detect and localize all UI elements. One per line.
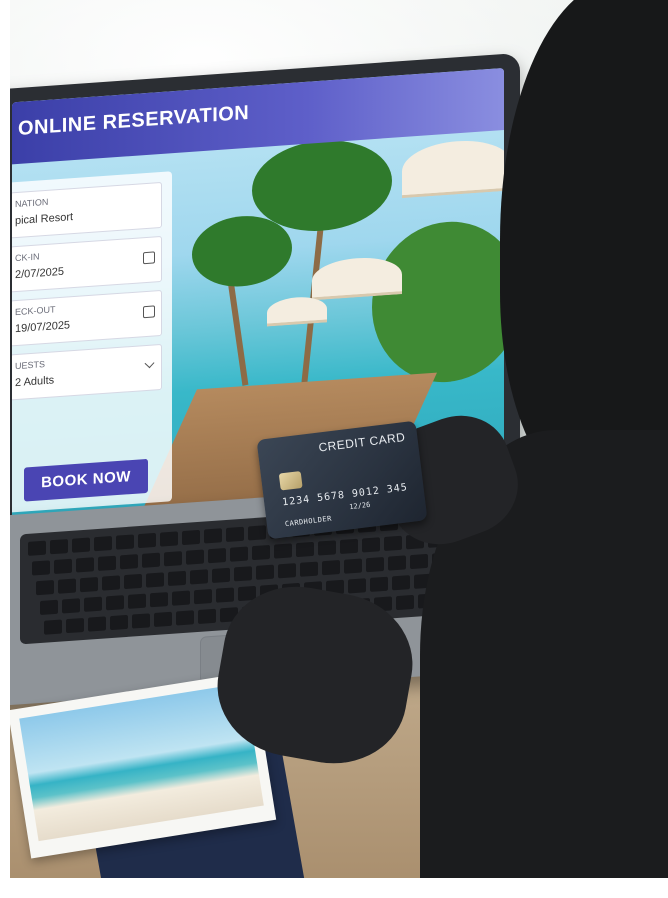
page-title: ONLINE RESERVATION: [18, 101, 250, 140]
checkout-label: ECK-OUT: [15, 304, 56, 318]
keyboard-key[interactable]: [36, 580, 54, 596]
palm-tree: [372, 216, 504, 388]
keyboard-key[interactable]: [198, 608, 216, 624]
keyboard-key[interactable]: [164, 551, 182, 567]
keyboard-key[interactable]: [138, 532, 156, 549]
keyboard-key[interactable]: [106, 595, 124, 611]
chevron-down-icon[interactable]: [144, 358, 155, 369]
keyboard-key[interactable]: [58, 578, 76, 594]
keyboard-key[interactable]: [172, 590, 190, 606]
keyboard-key[interactable]: [176, 610, 194, 626]
keyboard-key[interactable]: [274, 543, 292, 559]
beach-umbrella: [267, 295, 327, 327]
keyboard-key[interactable]: [94, 535, 112, 552]
keyboard-key[interactable]: [50, 539, 68, 555]
guests-label: UESTS: [15, 359, 46, 372]
keyboard-key[interactable]: [388, 555, 406, 571]
keyboard-key[interactable]: [146, 572, 164, 588]
image-border-bottom: [0, 878, 668, 898]
keyboard-key[interactable]: [340, 538, 358, 555]
keyboard-key[interactable]: [194, 588, 212, 605]
destination-label: NATION: [15, 196, 49, 210]
guests-select[interactable]: UESTS 2 Adults: [12, 343, 162, 401]
keyboard-key[interactable]: [88, 616, 106, 632]
photo-scene: ONLINE RESERVATION NATION pical Resort C…: [0, 0, 668, 898]
palm-tree: [192, 212, 292, 290]
keyboard-key[interactable]: [208, 548, 226, 564]
keyboard-key[interactable]: [168, 570, 186, 587]
card-title: CREDIT CARD: [317, 430, 407, 455]
book-now-button[interactable]: BOOK NOW: [24, 458, 148, 502]
keyboard-key[interactable]: [186, 549, 204, 565]
keyboard-key[interactable]: [124, 573, 142, 590]
keyboard-key[interactable]: [322, 560, 340, 576]
keyboard-key[interactable]: [54, 558, 72, 575]
keyboard-key[interactable]: [72, 537, 90, 553]
keyboard-key[interactable]: [204, 528, 222, 544]
card-expiry: 12/26: [348, 500, 371, 512]
keyboard-key[interactable]: [110, 614, 128, 631]
keyboard-key[interactable]: [392, 575, 410, 591]
keyboard-key[interactable]: [128, 593, 146, 609]
keyboard-key[interactable]: [370, 576, 388, 592]
keyboard-key[interactable]: [102, 575, 120, 591]
keyboard-key[interactable]: [296, 541, 314, 558]
keyboard-key[interactable]: [154, 611, 172, 628]
checkin-label: CK-IN: [15, 251, 40, 264]
keyboard-key[interactable]: [182, 529, 200, 546]
credit-card: CREDIT CARD 1234 5678 9012 345 12/26 CAR…: [256, 420, 428, 540]
keyboard-key[interactable]: [142, 552, 160, 568]
keyboard-key[interactable]: [344, 558, 362, 574]
keyboard-key[interactable]: [226, 526, 244, 543]
destination-field[interactable]: NATION pical Resort: [12, 181, 162, 239]
keyboard-key[interactable]: [348, 578, 366, 594]
keyboard-key[interactable]: [160, 531, 178, 547]
checkout-value: 19/07/2025: [15, 319, 71, 336]
keyboard-key[interactable]: [362, 537, 380, 553]
keyboard-key[interactable]: [278, 563, 296, 579]
checkin-field[interactable]: CK-IN 2/07/2025: [12, 235, 162, 293]
keyboard-key[interactable]: [190, 569, 208, 585]
keyboard-key[interactable]: [80, 576, 98, 593]
keyboard-key[interactable]: [396, 594, 414, 611]
beach-umbrella: [402, 137, 504, 199]
keyboard-key[interactable]: [28, 540, 46, 556]
keyboard-key[interactable]: [248, 525, 266, 541]
keyboard-key[interactable]: [256, 564, 274, 580]
calendar-icon[interactable]: [143, 251, 155, 265]
keyboard-key[interactable]: [120, 554, 138, 570]
keyboard-key[interactable]: [300, 561, 318, 577]
keyboard-key[interactable]: [230, 546, 248, 562]
keyboard-key[interactable]: [212, 567, 230, 583]
keyboard-key[interactable]: [76, 557, 94, 573]
keyboard-key[interactable]: [252, 544, 270, 561]
checkout-field[interactable]: ECK-OUT 19/07/2025: [12, 289, 162, 347]
keyboard-key[interactable]: [366, 556, 384, 573]
reservation-form: NATION pical Resort CK-IN 2/07/2025 ECK-…: [12, 171, 172, 514]
keyboard-key[interactable]: [62, 598, 80, 614]
keyboard-key[interactable]: [132, 613, 150, 629]
card-chip-icon: [278, 470, 303, 491]
keyboard-key[interactable]: [44, 619, 62, 635]
keyboard-key[interactable]: [40, 599, 58, 616]
card-holder: CARDHOLDER: [284, 514, 333, 529]
guests-value: 2 Adults: [15, 374, 55, 390]
calendar-icon[interactable]: [143, 305, 155, 319]
keyboard-key[interactable]: [150, 592, 168, 608]
keyboard-key[interactable]: [234, 566, 252, 582]
keyboard-key[interactable]: [384, 535, 402, 551]
keyboard-key[interactable]: [318, 540, 336, 556]
destination-value: pical Resort: [15, 211, 74, 228]
image-border-left: [0, 0, 10, 898]
keyboard-key[interactable]: [98, 555, 116, 571]
keyboard-key[interactable]: [66, 617, 84, 634]
keyboard-key[interactable]: [116, 534, 134, 550]
keyboard-key[interactable]: [84, 596, 102, 612]
beach-umbrella: [312, 255, 402, 301]
keyboard-key[interactable]: [32, 560, 50, 576]
keyboard-key[interactable]: [410, 553, 428, 570]
checkin-value: 2/07/2025: [15, 265, 64, 282]
keyboard-key[interactable]: [216, 587, 234, 603]
